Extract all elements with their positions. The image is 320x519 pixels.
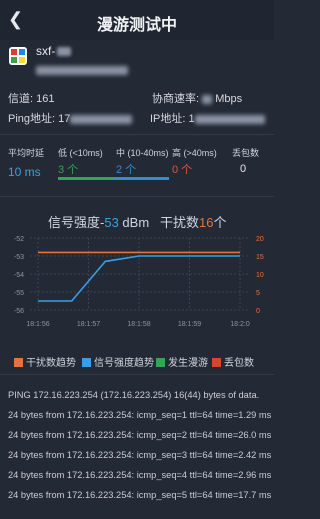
y-right-tick-label: 15 xyxy=(256,254,264,261)
ip-row: IP地址: 1 xyxy=(150,110,265,126)
rate-value: Mbps xyxy=(215,93,243,105)
legend-packet-loss: 丢包数 xyxy=(212,354,254,369)
legend-swatch xyxy=(212,358,221,367)
y-right-tick-label: 5 xyxy=(256,290,260,297)
x-tick-label: 18:1:56 xyxy=(26,321,49,328)
ping-label: Ping地址: xyxy=(8,113,56,125)
legend-swatch xyxy=(14,358,23,367)
mid-latency-value: 2 个 xyxy=(116,164,137,176)
ping-log-line: 24 bytes from 172.16.223.254: icmp_seq=2… xyxy=(8,430,272,440)
divider xyxy=(0,374,274,375)
y-left-tick-label: -56 xyxy=(14,308,24,315)
page-title: 漫游测试中 xyxy=(96,17,177,34)
legend-swatch xyxy=(156,358,165,367)
y-left-tick-label: -55 xyxy=(14,290,24,297)
mid-latency-label: 中 (10-40ms) xyxy=(116,148,169,158)
rate-row: 协商速率: Mbps xyxy=(152,90,242,106)
x-tick-label: 18:1:57 xyxy=(77,321,100,328)
high-latency-label: 高 (>40ms) xyxy=(172,148,217,158)
low-latency-label: 低 (<10ms) xyxy=(58,148,103,158)
rate-label: 协商速率: xyxy=(152,93,200,105)
ping-log-line: 24 bytes from 172.16.223.254: icmp_seq=4… xyxy=(8,470,272,480)
y-left-tick-label: -52 xyxy=(14,236,24,243)
app-header: ❮ 漫游测试中 xyxy=(0,0,274,40)
mid-latency-bar xyxy=(114,177,169,180)
signal-trend-chart: -52 -53 -54 -55 -56 20 15 10 5 0 18:1:56 18:1:57 18:… xyxy=(14,236,264,328)
y-right-tick-label: 0 xyxy=(256,308,260,315)
channel-row: 信道: 161 xyxy=(8,90,54,106)
low-latency-value: 3 个 xyxy=(58,164,79,176)
avg-latency-label: 平均时延 xyxy=(8,148,45,158)
legend-swatch xyxy=(82,358,91,367)
ping-log-line: 24 bytes from 172.16.223.254: icmp_seq=3… xyxy=(8,450,272,460)
ip-value: 1 xyxy=(188,113,195,125)
divider xyxy=(0,196,274,197)
channel-value: 161 xyxy=(36,93,55,105)
legend-roaming: 发生漫游 xyxy=(156,354,208,369)
avg-latency-value: 10 ms xyxy=(8,165,41,179)
high-latency-value: 0 个 xyxy=(172,164,193,176)
x-tick-label: 18:2:0 xyxy=(230,321,250,328)
y-right-tick-label: 20 xyxy=(256,236,264,243)
ping-log-line: 24 bytes from 172.16.223.254: icmp_seq=1… xyxy=(8,410,272,420)
interference-title: 干扰数16个 xyxy=(160,215,227,230)
ping-log-line: PING 172.16.223.254 (172.16.223.254) 16(… xyxy=(8,390,260,400)
access-point-icon xyxy=(9,47,27,65)
y-left-tick-label: -53 xyxy=(14,254,24,261)
ssid-text: sxf- xyxy=(36,44,72,58)
ping-row: Ping地址: 17 xyxy=(8,110,133,126)
channel-label: 信道: xyxy=(8,93,34,105)
x-tick-label: 18:1:58 xyxy=(127,321,150,328)
signal-strength-title: 信号强度-53 dBm xyxy=(48,215,150,230)
ping-log-line: 24 bytes from 172.16.223.254: icmp_seq=5… xyxy=(8,490,272,500)
divider xyxy=(0,134,274,135)
legend-signal: 信号强度趋势 xyxy=(82,354,154,369)
ping-value: 17 xyxy=(58,113,71,125)
low-latency-bar xyxy=(58,177,114,180)
mac-address xyxy=(36,64,128,76)
packet-loss-value: 0 xyxy=(240,163,247,175)
packet-loss-label: 丢包数 xyxy=(232,148,260,158)
x-tick-label: 18:1:59 xyxy=(178,321,201,328)
ip-label: IP地址: xyxy=(150,113,186,125)
y-left-tick-label: -54 xyxy=(14,272,24,279)
y-right-tick-label: 10 xyxy=(256,272,264,279)
legend-interference: 干扰数趋势 xyxy=(14,354,76,369)
